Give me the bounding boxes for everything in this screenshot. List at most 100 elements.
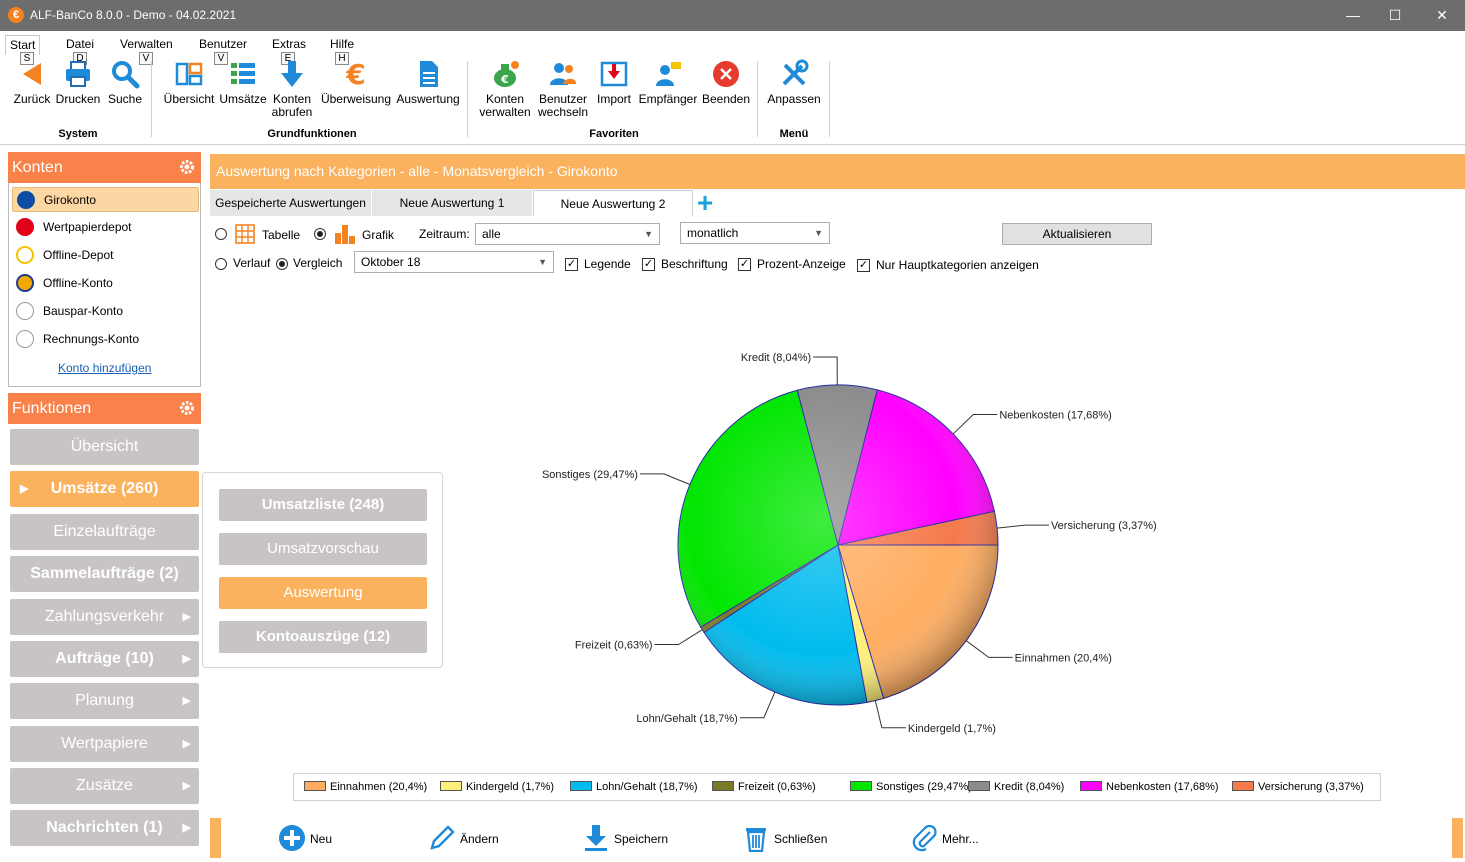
legend-item-lohn-gehalt: Lohn/Gehalt (18,7%) — [570, 781, 698, 793]
accounts-panel-header: Konten — [8, 152, 201, 183]
title-bar: € ALF-BanCo 8.0.0 - Demo - 04.02.2021 — … — [0, 0, 1465, 31]
close-icon[interactable]: ✕ — [1430, 4, 1454, 26]
pie-label-versicherung: Versicherung (3,37%) — [1051, 520, 1157, 532]
tab-datei[interactable]: Datei — [66, 37, 94, 51]
back-button[interactable]: Zurück — [12, 59, 52, 106]
legend-swatch — [1080, 781, 1102, 791]
triangle-right-icon: ▶ — [182, 822, 191, 834]
legend-swatch — [712, 781, 734, 791]
customize-button[interactable]: Anpassen — [766, 59, 822, 106]
account-item-bauspar-konto[interactable]: Bauspar-Konto — [12, 299, 199, 324]
tab-new-evaluation-2[interactable]: Neue Auswertung 2 — [533, 190, 693, 216]
download-arrow-icon — [281, 61, 303, 87]
chart-radio[interactable] — [314, 228, 326, 240]
recipients-button[interactable]: Empfänger — [638, 59, 698, 106]
import-button[interactable]: Import — [594, 59, 634, 106]
save-button[interactable]: Speichern — [582, 824, 682, 854]
main-categories-checkbox[interactable]: ✓ — [857, 259, 870, 272]
pie-leader-line — [813, 356, 838, 386]
account-item-girokonto[interactable]: Girokonto — [12, 187, 199, 212]
function-sammelauftraege[interactable]: Sammelaufträge (2) — [10, 556, 199, 592]
period-select[interactable]: alle ▼ — [475, 223, 660, 245]
legend-label: Kindergeld (1,7%) — [466, 781, 555, 793]
function-planung[interactable]: Planung ▶ — [10, 683, 199, 719]
triangle-right-icon: ▶ — [182, 738, 191, 750]
close-button[interactable]: Schließen — [742, 824, 842, 854]
function-wertpapiere[interactable]: Wertpapiere ▶ — [10, 726, 199, 762]
legend-item-kredit: Kredit (8,04%) — [968, 781, 1064, 793]
pie-label-freizeit: Freizeit (0,63%) — [575, 640, 653, 652]
list-icon — [231, 63, 255, 84]
function-umsaetze[interactable]: ▶ Umsätze (260) — [10, 471, 199, 507]
transfer-button[interactable]: € Überweisung — [319, 59, 393, 106]
paperclip-icon — [912, 824, 937, 852]
svg-text:€: € — [345, 59, 365, 89]
search-button[interactable]: Suche — [106, 59, 144, 106]
manage-accounts-button[interactable]: € Konten verwalten — [476, 59, 534, 119]
percent-checkbox[interactable]: ✓ — [738, 258, 751, 271]
tab-saved-evaluations[interactable]: Gespeicherte Auswertungen — [210, 190, 371, 216]
edit-button[interactable]: Ändern — [428, 824, 518, 854]
tab-hilfe[interactable]: Hilfe — [330, 37, 354, 51]
add-account-link[interactable]: Konto hinzufügen — [58, 361, 151, 375]
new-button[interactable]: Neu — [278, 824, 348, 854]
bottom-toolbar: Neu Ändern Speichern Schließen Mehr... — [210, 818, 1465, 862]
legend-swatch — [968, 781, 990, 791]
fetch-accounts-button[interactable]: Konten abrufen — [268, 59, 316, 119]
labels-checkbox[interactable]: ✓ — [642, 258, 655, 271]
transactions-button[interactable]: Umsätze — [218, 59, 268, 106]
function-zahlungsverkehr[interactable]: Zahlungsverkehr ▶ — [10, 599, 199, 635]
trend-radio[interactable] — [215, 258, 227, 270]
chevron-down-icon: ▼ — [814, 228, 823, 238]
print-button[interactable]: Drucken — [55, 59, 101, 106]
function-einzelauftraege[interactable]: Einzelaufträge — [10, 514, 199, 550]
chart-legend: Einnahmen (20,4%) Kindergeld (1,7%) Lohn/G… — [293, 773, 1381, 801]
overview-button[interactable]: Übersicht — [162, 59, 216, 106]
money-bag-icon: € — [494, 61, 519, 87]
chevron-down-icon: ▼ — [538, 257, 547, 267]
legend-label: Lohn/Gehalt (18,7%) — [596, 781, 698, 793]
more-button[interactable]: Mehr... — [910, 824, 1000, 854]
evaluation-button[interactable]: Auswertung — [394, 59, 462, 106]
function-auftraege[interactable]: Aufträge (10) ▶ — [10, 641, 199, 677]
function-uebersicht[interactable]: Übersicht — [10, 429, 199, 465]
table-label: Tabelle — [262, 228, 301, 242]
compare-radio[interactable] — [276, 258, 288, 270]
toolbar-edge — [1452, 818, 1463, 858]
account-item-offline-depot[interactable]: Offline-Depot — [12, 243, 199, 268]
interval-select[interactable]: monatlich ▼ — [680, 222, 830, 244]
tab-verwalten[interactable]: Verwalten — [120, 37, 173, 51]
gear-icon[interactable] — [179, 159, 195, 175]
pie-label-sonstiges: Sonstiges (29,47%) — [542, 469, 638, 481]
account-item-rechnungs-konto[interactable]: Rechnungs-Konto — [12, 327, 199, 352]
ribbon-separator — [467, 61, 468, 137]
exit-button[interactable]: Beenden — [701, 59, 751, 106]
month-select[interactable]: Oktober 18 ▼ — [354, 251, 554, 273]
minimize-icon[interactable]: — — [1341, 4, 1365, 26]
account-item-offline-konto[interactable]: Offline-Konto — [12, 271, 199, 296]
search-icon — [112, 61, 140, 89]
table-grid-icon — [235, 224, 255, 244]
legend-item-sonstiges: Sonstiges (29,47%) — [850, 781, 972, 793]
legend-label: Nebenkosten (17,68%) — [1106, 781, 1219, 793]
function-nachrichten[interactable]: Nachrichten (1) ▶ — [10, 810, 199, 846]
tab-new-evaluation-1[interactable]: Neue Auswertung 1 — [372, 190, 532, 216]
pie-leader-line — [874, 700, 906, 729]
sparkasse-icon — [16, 218, 34, 236]
tab-extras[interactable]: Extras — [272, 37, 306, 51]
legend-checkbox[interactable]: ✓ — [565, 258, 578, 271]
tab-benutzer[interactable]: Benutzer — [199, 37, 247, 51]
function-zusaetze[interactable]: Zusätze ▶ — [10, 768, 199, 804]
legend-swatch — [440, 781, 462, 791]
add-tab-icon[interactable]: + — [694, 189, 716, 217]
switch-user-button[interactable]: Benutzer wechseln — [536, 59, 590, 119]
table-radio[interactable] — [215, 228, 227, 240]
refresh-button[interactable]: Aktualisieren — [1002, 223, 1152, 245]
pie-leader-line — [965, 640, 1013, 658]
maximize-icon[interactable]: ☐ — [1383, 4, 1407, 26]
gear-icon[interactable] — [179, 400, 195, 416]
legend-label: Sonstiges (29,47%) — [876, 781, 972, 793]
account-item-wertpapierdepot[interactable]: Wertpapierdepot — [12, 215, 199, 240]
percent-checkbox-label: Prozent-Anzeige — [757, 257, 846, 271]
group-grundfunktionen-label: Grundfunktionen — [267, 128, 357, 140]
